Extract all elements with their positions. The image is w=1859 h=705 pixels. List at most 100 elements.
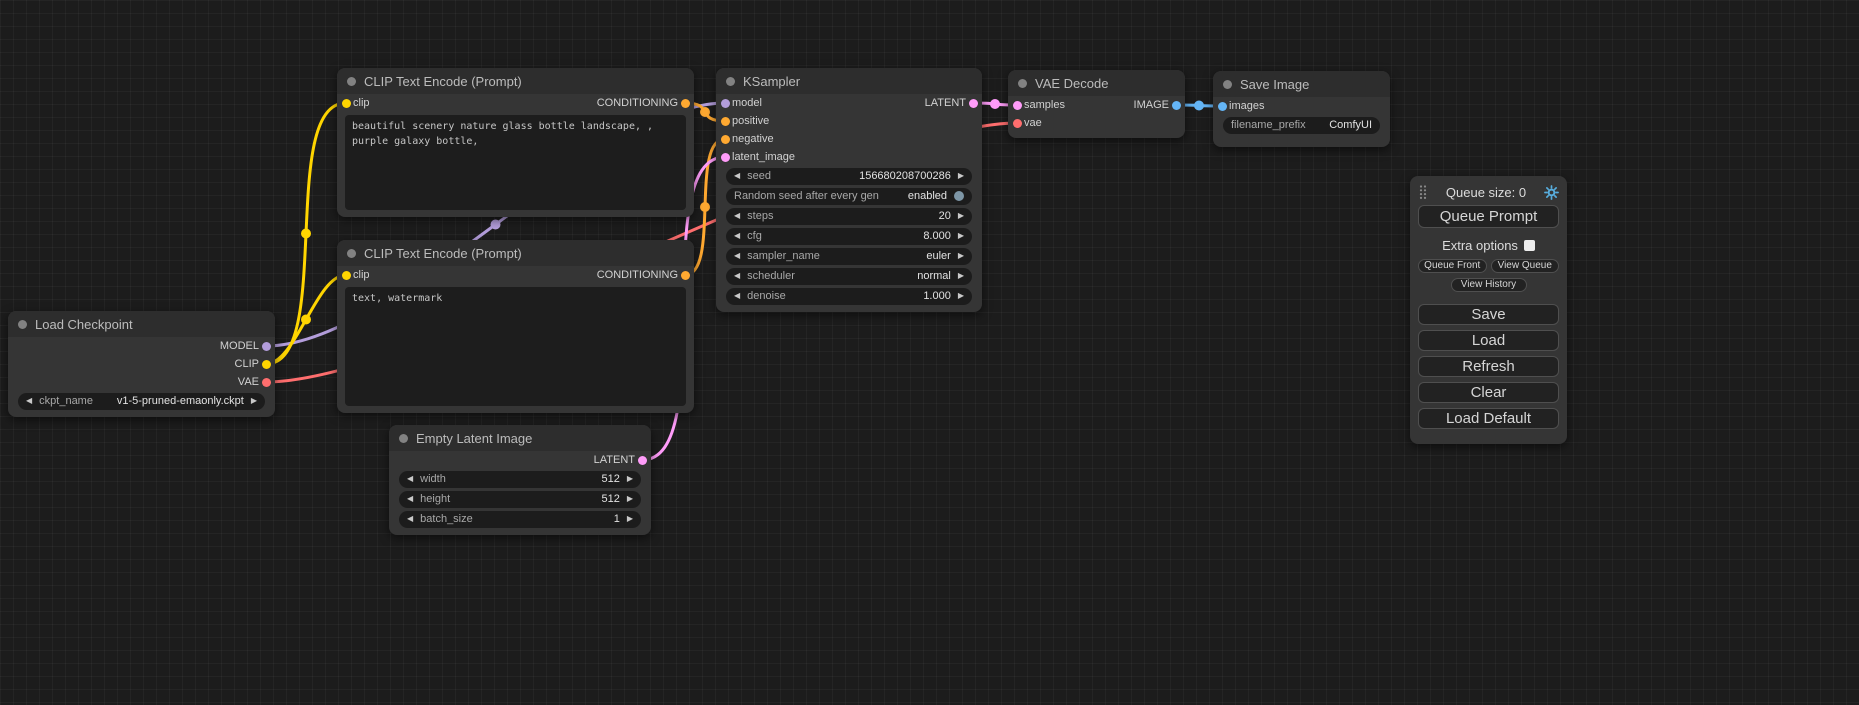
widget-row: filename_prefixComfyUI	[1213, 115, 1390, 135]
widget-row: ◀denoise1.000▶	[716, 286, 982, 306]
decrement-arrow[interactable]: ◀	[734, 252, 740, 260]
decrement-arrow[interactable]: ◀	[407, 495, 413, 503]
prompt-textarea[interactable]: beautiful scenery nature glass bottle la…	[345, 115, 686, 210]
node-graph-canvas[interactable]: Load CheckpointMODELCLIPVAE◀ckpt_namev1-…	[0, 0, 1859, 705]
output-label: IMAGE	[1134, 99, 1169, 111]
widget-sampler-name[interactable]: ◀sampler_nameeuler▶	[726, 248, 972, 265]
increment-arrow[interactable]: ▶	[958, 292, 964, 300]
input-port-negative[interactable]	[721, 135, 730, 144]
widget-row: ◀sampler_nameeuler▶	[716, 246, 982, 266]
node-empty-latent-image[interactable]: Empty Latent ImageLATENT◀width512▶◀heigh…	[389, 425, 651, 535]
increment-arrow[interactable]: ▶	[627, 495, 633, 503]
widget-cfg[interactable]: ◀cfg8.000▶	[726, 228, 972, 245]
extra-options-checkbox[interactable]	[1524, 240, 1535, 251]
settings-gear-icon[interactable]	[1544, 185, 1559, 200]
node-titlebar[interactable]: CLIP Text Encode (Prompt)	[337, 68, 694, 94]
output-port-conditioning[interactable]	[681, 271, 690, 280]
decrement-arrow[interactable]: ◀	[734, 232, 740, 240]
widget-denoise[interactable]: ◀denoise1.000▶	[726, 288, 972, 305]
node-titlebar[interactable]: CLIP Text Encode (Prompt)	[337, 240, 694, 266]
widget-filename-prefix[interactable]: filename_prefixComfyUI	[1223, 117, 1380, 134]
node-status-dot	[726, 77, 735, 86]
input-port-positive[interactable]	[721, 117, 730, 126]
widget-value: 8.000	[923, 230, 951, 242]
increment-arrow[interactable]: ▶	[958, 212, 964, 220]
decrement-arrow[interactable]: ◀	[734, 272, 740, 280]
output-port-latent[interactable]	[638, 456, 647, 465]
decrement-arrow[interactable]: ◀	[734, 172, 740, 180]
drag-handle-icon[interactable]	[1418, 184, 1428, 200]
decrement-arrow[interactable]: ◀	[407, 515, 413, 523]
widget-scheduler[interactable]: ◀schedulernormal▶	[726, 268, 972, 285]
output-port-conditioning[interactable]	[681, 99, 690, 108]
input-port-samples[interactable]	[1013, 101, 1022, 110]
widget-seed[interactable]: ◀seed156680208700286▶	[726, 168, 972, 185]
node-status-dot	[347, 77, 356, 86]
node-status-dot	[18, 320, 27, 329]
node-load-checkpoint[interactable]: Load CheckpointMODELCLIPVAE◀ckpt_namev1-…	[8, 311, 275, 417]
increment-arrow[interactable]: ▶	[958, 232, 964, 240]
increment-arrow[interactable]: ▶	[958, 252, 964, 260]
output-port-model[interactable]	[262, 342, 271, 351]
node-titlebar[interactable]: KSampler	[716, 68, 982, 94]
widget-value: 1	[614, 513, 620, 525]
increment-arrow[interactable]: ▶	[627, 515, 633, 523]
node-titlebar[interactable]: VAE Decode	[1008, 70, 1185, 96]
clear-button[interactable]: Clear	[1418, 382, 1559, 403]
load-default-button[interactable]: Load Default	[1418, 408, 1559, 429]
node-clip-text-encode-negative[interactable]: CLIP Text Encode (Prompt)clipCONDITIONIN…	[337, 240, 694, 413]
node-title: Save Image	[1240, 77, 1309, 92]
refresh-button[interactable]: Refresh	[1418, 356, 1559, 377]
input-port-model[interactable]	[721, 99, 730, 108]
save-button[interactable]: Save	[1418, 304, 1559, 325]
queue-front-button[interactable]: Queue Front	[1418, 259, 1487, 273]
node-titlebar[interactable]: Save Image	[1213, 71, 1390, 97]
widget-value: enabled	[908, 190, 947, 202]
input-port-images[interactable]	[1218, 102, 1227, 111]
input-port-clip[interactable]	[342, 271, 351, 280]
output-label: LATENT	[594, 454, 635, 466]
widget-random-seed-after-every-gen[interactable]: Random seed after every genenabled	[726, 188, 972, 205]
toggle-ball[interactable]	[954, 191, 964, 201]
widget-row: ◀height512▶	[389, 489, 651, 509]
decrement-arrow[interactable]: ◀	[26, 397, 32, 405]
node-ksampler[interactable]: KSamplermodelLATENTpositivenegativelaten…	[716, 68, 982, 312]
decrement-arrow[interactable]: ◀	[734, 292, 740, 300]
widget-steps[interactable]: ◀steps20▶	[726, 208, 972, 225]
increment-arrow[interactable]: ▶	[251, 397, 257, 405]
widget-width[interactable]: ◀width512▶	[399, 471, 641, 488]
widget-height[interactable]: ◀height512▶	[399, 491, 641, 508]
output-port-latent[interactable]	[969, 99, 978, 108]
queue-panel-header: Queue size: 0	[1418, 182, 1559, 202]
load-button[interactable]: Load	[1418, 330, 1559, 351]
node-clip-text-encode-positive[interactable]: CLIP Text Encode (Prompt)clipCONDITIONIN…	[337, 68, 694, 217]
decrement-arrow[interactable]: ◀	[407, 475, 413, 483]
node-titlebar[interactable]: Load Checkpoint	[8, 311, 275, 337]
wire-midpoint-dot	[301, 315, 311, 325]
input-label: latent_image	[732, 151, 795, 163]
input-port-latent-image[interactable]	[721, 153, 730, 162]
widget-label: width	[420, 473, 594, 485]
slot-row: images	[1213, 97, 1390, 115]
output-port-clip[interactable]	[262, 360, 271, 369]
increment-arrow[interactable]: ▶	[627, 475, 633, 483]
increment-arrow[interactable]: ▶	[958, 172, 964, 180]
widget-batch-size[interactable]: ◀batch_size1▶	[399, 511, 641, 528]
node-vae-decode[interactable]: VAE DecodesamplesIMAGEvae	[1008, 70, 1185, 138]
input-port-clip[interactable]	[342, 99, 351, 108]
node-titlebar[interactable]: Empty Latent Image	[389, 425, 651, 451]
wire-midpoint-dot	[700, 202, 710, 212]
view-history-button[interactable]: View History	[1451, 278, 1527, 292]
widget-ckpt-name[interactable]: ◀ckpt_namev1-5-pruned-emaonly.ckpt▶	[18, 393, 265, 410]
widget-label: filename_prefix	[1231, 119, 1322, 131]
output-port-vae[interactable]	[262, 378, 271, 387]
view-queue-button[interactable]: View Queue	[1491, 259, 1560, 273]
output-port-image[interactable]	[1172, 101, 1181, 110]
queue-prompt-button[interactable]: Queue Prompt	[1418, 205, 1559, 228]
node-title: VAE Decode	[1035, 76, 1108, 91]
prompt-textarea[interactable]: text, watermark	[345, 287, 686, 406]
node-save-image[interactable]: Save Image images filename_prefixComfyUI	[1213, 71, 1390, 147]
input-port-vae[interactable]	[1013, 119, 1022, 128]
increment-arrow[interactable]: ▶	[958, 272, 964, 280]
decrement-arrow[interactable]: ◀	[734, 212, 740, 220]
